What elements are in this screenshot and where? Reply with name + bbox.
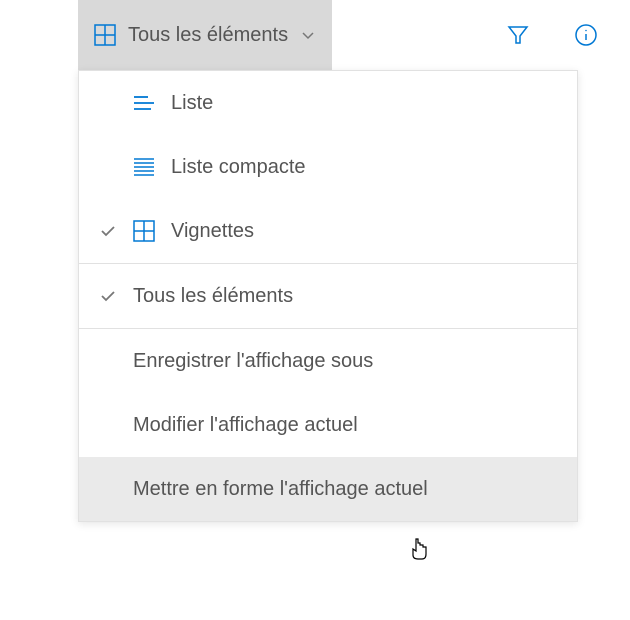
cursor-pointer-icon — [409, 537, 431, 563]
menu-item-label: Vignettes — [171, 220, 557, 243]
toolbar: Tous les éléments — [0, 0, 630, 70]
view-selector-button[interactable]: Tous les éléments — [78, 0, 332, 70]
menu-item-label: Tous les éléments — [133, 285, 557, 308]
menu-item-label: Liste — [171, 92, 557, 115]
info-button[interactable] — [562, 0, 610, 70]
chevron-down-icon — [300, 27, 316, 43]
check-icon — [99, 222, 117, 240]
filter-button[interactable] — [494, 0, 542, 70]
tiles-icon — [133, 220, 155, 242]
menu-item-label: Modifier l'affichage actuel — [133, 414, 557, 437]
menu-item-compact-list[interactable]: Liste compacte — [79, 135, 577, 199]
menu-item-list[interactable]: Liste — [79, 71, 577, 135]
menu-item-save-view-as[interactable]: Enregistrer l'affichage sous — [79, 329, 577, 393]
menu-item-format-current-view[interactable]: Mettre en forme l'affichage actuel — [79, 457, 577, 521]
view-dropdown-menu: Liste Liste compacte — [78, 70, 578, 522]
menu-item-label: Liste compacte — [171, 156, 557, 179]
view-selector-label: Tous les éléments — [128, 24, 288, 47]
menu-item-label: Enregistrer l'affichage sous — [133, 350, 557, 373]
menu-item-label: Mettre en forme l'affichage actuel — [133, 478, 557, 501]
list-icon — [133, 94, 155, 112]
filter-icon — [506, 23, 530, 47]
menu-item-view-all-elements[interactable]: Tous les éléments — [79, 264, 577, 328]
menu-item-tiles[interactable]: Vignettes — [79, 199, 577, 263]
info-icon — [574, 23, 598, 47]
tiles-icon — [94, 24, 116, 46]
compact-list-icon — [133, 157, 155, 177]
menu-item-edit-current-view[interactable]: Modifier l'affichage actuel — [79, 393, 577, 457]
check-icon — [99, 287, 117, 305]
